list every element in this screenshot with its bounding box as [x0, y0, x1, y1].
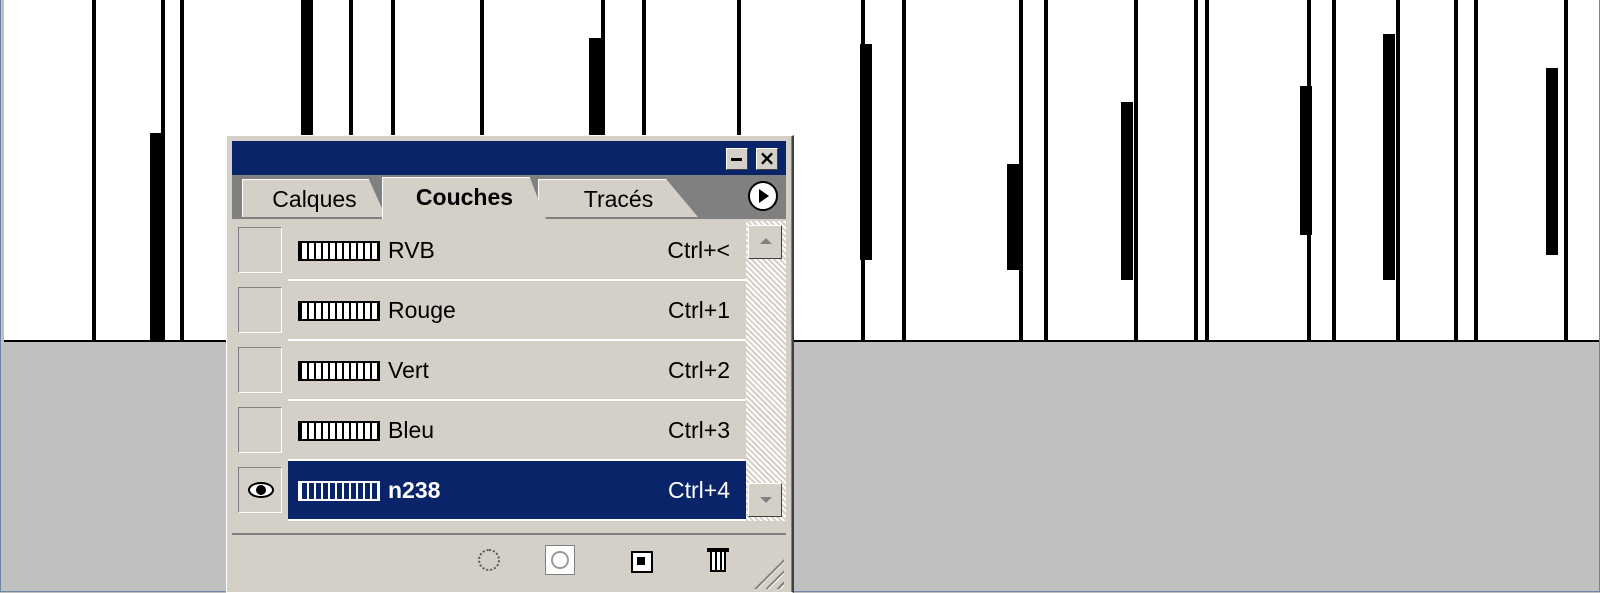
palette-menu-button[interactable]: [748, 181, 778, 211]
channel-row-content[interactable]: Vert Ctrl+2: [288, 341, 746, 401]
channel-shortcut: Ctrl+<: [667, 237, 730, 263]
close-icon: ×: [758, 146, 776, 170]
channels-palette: × Calques Tracés Couches RVB Ctrl+< Roug…: [226, 135, 794, 593]
trash-icon[interactable]: [704, 545, 734, 575]
channel-row-content[interactable]: Rouge Ctrl+1: [288, 281, 746, 341]
channel-shortcut: Ctrl+3: [668, 417, 730, 443]
palette-tabs: Calques Tracés Couches: [232, 175, 786, 219]
vertical-scrollbar[interactable]: [746, 221, 786, 521]
barcode-line: [1300, 86, 1312, 235]
barcode-line: [1121, 102, 1133, 280]
close-button[interactable]: ×: [756, 146, 778, 170]
barcode-line: [1019, 0, 1023, 340]
barcode-line: [1454, 0, 1458, 340]
palette-title-bar[interactable]: ×: [232, 141, 786, 175]
visibility-toggle[interactable]: [238, 407, 282, 453]
channel-row-rvb[interactable]: RVB Ctrl+<: [232, 221, 746, 281]
visibility-toggle[interactable]: [238, 227, 282, 273]
visibility-toggle[interactable]: [238, 347, 282, 393]
channel-row-content[interactable]: Bleu Ctrl+3: [288, 401, 746, 461]
barcode-line: [180, 0, 184, 340]
channel-name: Bleu: [388, 417, 435, 443]
minimize-button[interactable]: [726, 148, 748, 170]
barcode-line: [1383, 34, 1395, 280]
scroll-up-button[interactable]: [748, 225, 782, 259]
eye-icon: [248, 482, 274, 498]
barcode-line: [1134, 0, 1138, 340]
visibility-toggle[interactable]: [238, 467, 282, 513]
barcode-line: [1332, 0, 1336, 340]
channel-thumbnail: [298, 421, 380, 441]
barcode-line: [1564, 0, 1568, 340]
barcode-line: [1044, 0, 1048, 340]
tab-calques[interactable]: Calques: [242, 179, 386, 217]
barcode-line: [1474, 0, 1478, 340]
barcode-line: [1194, 0, 1198, 340]
new-channel-icon[interactable]: [627, 545, 657, 575]
barcode-line: [150, 133, 162, 340]
channel-thumbnail: [298, 241, 380, 261]
tab-couches[interactable]: Couches: [382, 177, 546, 219]
tab-traces[interactable]: Tracés: [538, 179, 698, 217]
scroll-down-button[interactable]: [748, 483, 782, 517]
channel-name: RVB: [388, 237, 435, 263]
visibility-toggle[interactable]: [238, 287, 282, 333]
resize-grip[interactable]: [754, 559, 784, 589]
channel-thumbnail: [298, 361, 380, 381]
channel-row-rouge[interactable]: Rouge Ctrl+1: [232, 281, 746, 341]
channel-thumbnail: [298, 301, 380, 321]
channel-name: Rouge: [388, 297, 456, 323]
barcode-line: [589, 38, 601, 135]
channel-name: n238: [388, 477, 441, 503]
barcode-line: [1007, 164, 1019, 270]
save-selection-icon[interactable]: [545, 545, 575, 575]
channel-thumbnail: [298, 481, 380, 501]
channel-shortcut: Ctrl+1: [668, 297, 730, 323]
barcode-line: [1396, 0, 1400, 340]
barcode-line: [860, 44, 872, 260]
channel-list: RVB Ctrl+< Rouge Ctrl+1 Vert Ctrl+2 Bleu…: [232, 221, 746, 521]
barcode-line: [92, 0, 96, 340]
channel-shortcut: Ctrl+2: [668, 357, 730, 383]
barcode-line: [301, 0, 313, 135]
barcode-line: [902, 0, 906, 340]
channel-row-vert[interactable]: Vert Ctrl+2: [232, 341, 746, 401]
channel-name: Vert: [388, 357, 429, 383]
channel-row-content[interactable]: n238 Ctrl+4: [288, 461, 746, 521]
load-selection-icon[interactable]: [474, 545, 504, 575]
channel-row-n238[interactable]: n238 Ctrl+4: [232, 461, 746, 521]
channel-row-bleu[interactable]: Bleu Ctrl+3: [232, 401, 746, 461]
palette-bottom-bar: [232, 533, 786, 591]
channel-row-content[interactable]: RVB Ctrl+<: [288, 221, 746, 281]
channel-shortcut: Ctrl+4: [668, 477, 730, 503]
barcode-line: [1546, 68, 1558, 255]
barcode-line: [1205, 0, 1209, 340]
